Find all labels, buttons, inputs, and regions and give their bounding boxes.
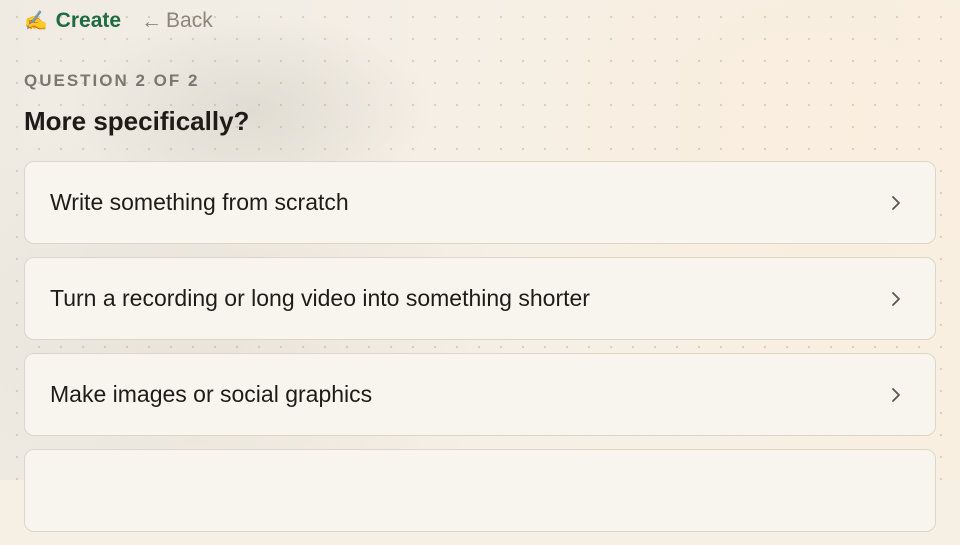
back-label: Back bbox=[166, 9, 213, 32]
option-label: Turn a recording or long video into some… bbox=[50, 285, 590, 311]
question-progress: QUESTION 2 OF 2 bbox=[24, 71, 200, 90]
option-label: Make images or social graphics bbox=[50, 381, 373, 407]
option-images-social-graphics[interactable]: Make images or social graphics bbox=[24, 353, 936, 436]
top-bar: ✍️ Create ← Back bbox=[24, 8, 213, 34]
create-link[interactable]: ✍️ Create bbox=[24, 9, 121, 33]
chevron-right-icon bbox=[885, 384, 907, 406]
option-recording-to-short[interactable]: Turn a recording or long video into some… bbox=[24, 257, 936, 340]
option-partially-visible[interactable] bbox=[24, 449, 936, 532]
chevron-right-icon bbox=[885, 192, 907, 214]
writing-hand-icon: ✍️ bbox=[24, 10, 48, 32]
arrow-left-icon: ← bbox=[141, 9, 163, 33]
options-list: Write something from scratch Turn a reco… bbox=[24, 161, 936, 545]
option-label: Write something from scratch bbox=[50, 189, 349, 215]
back-button[interactable]: ← Back bbox=[141, 9, 213, 33]
option-write-from-scratch[interactable]: Write something from scratch bbox=[24, 161, 936, 244]
create-label: Create bbox=[55, 9, 122, 32]
question-title: More specifically? bbox=[24, 106, 250, 136]
chevron-right-icon bbox=[885, 288, 907, 310]
